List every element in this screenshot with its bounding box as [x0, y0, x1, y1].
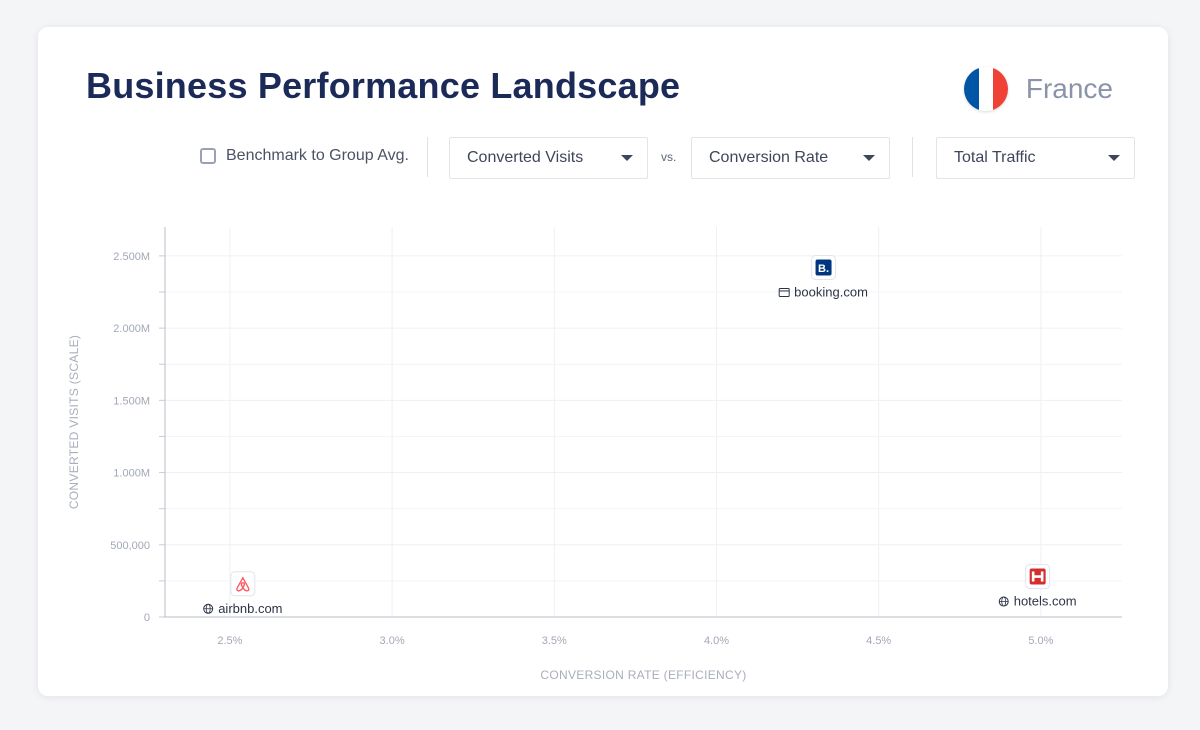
x-tick-label: 4.5%: [866, 635, 891, 647]
x-tick-label: 5.0%: [1028, 635, 1053, 647]
x-tick-label: 3.0%: [380, 635, 405, 647]
y-tick-label: 2.000M: [113, 323, 150, 335]
y-tick-label: 0: [144, 612, 150, 624]
y-tick-label: 1.500M: [113, 395, 150, 407]
grid-lines: [165, 227, 1122, 618]
scatter-chart: 2.5% 3.0% 3.5% 4.0% 4.5% 5.0% 0 500,000 1.000M 1.…: [67, 227, 1122, 682]
y-tick-label: 500,000: [110, 540, 150, 552]
x-tick-label: 3.5%: [542, 635, 567, 647]
y-axis-title: CONVERTED VISITS (SCALE): [67, 335, 81, 509]
point-label-group: hotels.com: [998, 594, 1077, 609]
landscape-card: Business Performance Landscape France Be…: [38, 27, 1168, 696]
logo-frame: [230, 571, 256, 597]
data-point-booking-com[interactable]: B. booking.com: [778, 254, 868, 299]
x-tick-label: 4.0%: [704, 635, 729, 647]
point-label: booking.com: [794, 284, 868, 299]
point-label-group: airbnb.com: [203, 601, 283, 616]
point-label: airbnb.com: [218, 601, 282, 616]
booking-logo-mark: B.: [818, 263, 829, 275]
axes: [159, 227, 1122, 618]
point-label: hotels.com: [1014, 594, 1077, 609]
x-axis-title: CONVERSION RATE (EFFICIENCY): [540, 668, 746, 682]
data-point-airbnb-com[interactable]: airbnb.com: [203, 571, 283, 616]
y-tick-label: 2.500M: [113, 251, 150, 263]
x-tick-label: 2.5%: [217, 635, 242, 647]
data-point-hotels-com[interactable]: hotels.com: [998, 564, 1077, 609]
y-tick-label: 1.000M: [113, 468, 150, 480]
data-points: airbnb.com B. booking.com hotels.com: [203, 254, 1077, 616]
